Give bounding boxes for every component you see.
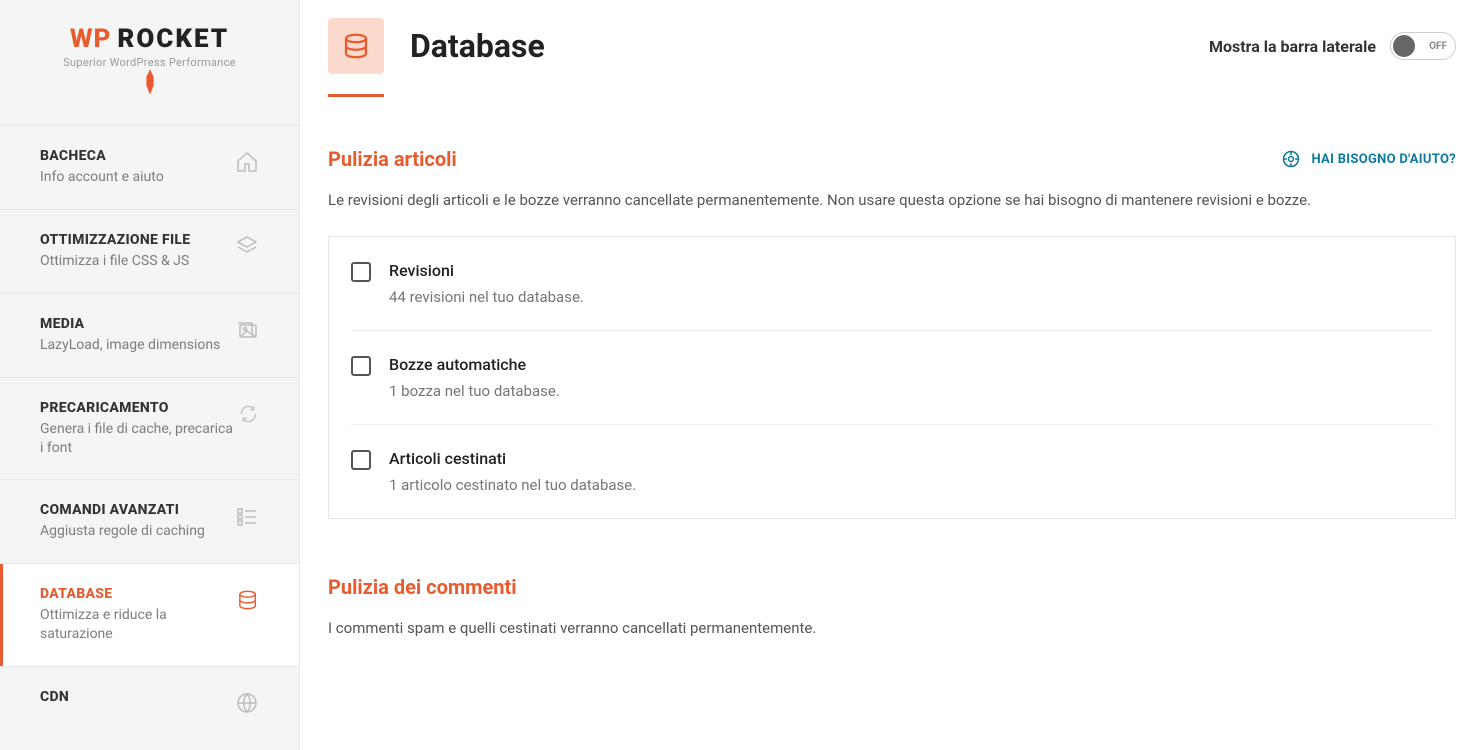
- option-row-revisioni: Revisioni 44 revisioni nel tuo database.: [351, 237, 1433, 331]
- nav-title: PRECARICAMENTO: [40, 400, 238, 416]
- tab-underline: [328, 94, 384, 97]
- option-sub: 44 revisioni nel tuo database.: [389, 288, 584, 306]
- database-icon: [236, 588, 259, 612]
- help-text: HAI BISOGNO D'AIUTO?: [1311, 152, 1456, 167]
- checkbox-cestinati[interactable]: [351, 450, 371, 470]
- sidebar-toggle-label: Mostra la barra laterale: [1209, 37, 1376, 56]
- sidebar-toggle[interactable]: OFF: [1390, 32, 1456, 60]
- nav-item-bacheca[interactable]: BACHECA Info account e aiuto: [0, 125, 299, 209]
- logo: WP ROCKET Superior WordPress Performance: [0, 0, 299, 125]
- section-title: Pulizia dei commenti: [328, 575, 517, 599]
- nav-item-cdn[interactable]: CDN: [0, 666, 299, 737]
- toggle-state: OFF: [1429, 41, 1447, 52]
- list-icon: [235, 504, 259, 528]
- nav: BACHECA Info account e aiuto OTTIMIZZAZI…: [0, 125, 299, 750]
- nav-title: DATABASE: [40, 586, 236, 602]
- logo-wp: WP: [70, 24, 112, 54]
- help-link[interactable]: HAI BISOGNO D'AIUTO?: [1281, 149, 1456, 169]
- nav-item-precaricamento[interactable]: PRECARICAMENTO Genera i file di cache, p…: [0, 377, 299, 480]
- page-header: Database Mostra la barra laterale OFF: [328, 18, 1456, 94]
- layers-icon: [235, 234, 259, 258]
- option-title: Articoli cestinati: [389, 449, 636, 468]
- sidebar: WP ROCKET Superior WordPress Performance…: [0, 0, 300, 750]
- main-content: Database Mostra la barra laterale OFF Pu…: [300, 0, 1484, 750]
- nav-item-media[interactable]: MEDIA LazyLoad, image dimensions: [0, 293, 299, 377]
- toggle-knob: [1393, 35, 1415, 57]
- checkbox-bozze[interactable]: [351, 356, 371, 376]
- nav-title: CDN: [40, 689, 69, 705]
- nav-desc: LazyLoad, image dimensions: [40, 336, 220, 355]
- nav-desc: Info account e aiuto: [40, 168, 164, 187]
- nav-title: MEDIA: [40, 316, 220, 332]
- refresh-icon: [238, 402, 259, 426]
- option-title: Bozze automatiche: [389, 355, 560, 374]
- nav-desc: Ottimizza e riduce la saturazione: [40, 606, 236, 644]
- checkbox-revisioni[interactable]: [351, 262, 371, 282]
- sidebar-toggle-wrap: Mostra la barra laterale OFF: [1209, 32, 1456, 60]
- database-icon: [341, 31, 371, 61]
- help-icon: [1281, 149, 1301, 169]
- logo-rocket: ROCKET: [117, 24, 229, 54]
- page-title: Database: [410, 27, 1183, 65]
- images-icon: [235, 318, 259, 342]
- nav-title: OTTIMIZZAZIONE FILE: [40, 232, 190, 248]
- section-desc: I commenti spam e quelli cestinati verra…: [328, 617, 1456, 640]
- nav-item-database[interactable]: DATABASE Ottimizza e riduce la saturazio…: [0, 563, 299, 666]
- nav-desc: Ottimizza i file CSS & JS: [40, 252, 190, 271]
- section-title: Pulizia articoli: [328, 147, 457, 171]
- option-sub: 1 articolo cestinato nel tuo database.: [389, 476, 636, 494]
- option-row-bozze: Bozze automatiche 1 bozza nel tuo databa…: [351, 331, 1433, 425]
- section-head-articoli: Pulizia articoli HAI BISOGNO D'AIUTO?: [328, 147, 1456, 171]
- nav-item-comandi-avanzati[interactable]: COMANDI AVANZATI Aggiusta regole di cach…: [0, 479, 299, 563]
- header-icon-box: [328, 18, 384, 74]
- nav-desc: Genera i file di cache, precarica i font: [40, 420, 238, 458]
- nav-desc: Aggiusta regole di caching: [40, 522, 205, 541]
- rocket-icon: [141, 67, 159, 97]
- globe-icon: [235, 691, 259, 715]
- option-title: Revisioni: [389, 261, 584, 280]
- option-row-cestinati: Articoli cestinati 1 articolo cestinato …: [351, 425, 1433, 518]
- option-panel-articoli: Revisioni 44 revisioni nel tuo database.…: [328, 236, 1456, 519]
- nav-title: BACHECA: [40, 148, 164, 164]
- section-desc: Le revisioni degli articoli e le bozze v…: [328, 189, 1456, 212]
- nav-title: COMANDI AVANZATI: [40, 502, 205, 518]
- home-icon: [235, 150, 259, 174]
- nav-item-ottimizzazione-file[interactable]: OTTIMIZZAZIONE FILE Ottimizza i file CSS…: [0, 209, 299, 293]
- section-commenti: Pulizia dei commenti I commenti spam e q…: [328, 575, 1456, 640]
- option-sub: 1 bozza nel tuo database.: [389, 382, 560, 400]
